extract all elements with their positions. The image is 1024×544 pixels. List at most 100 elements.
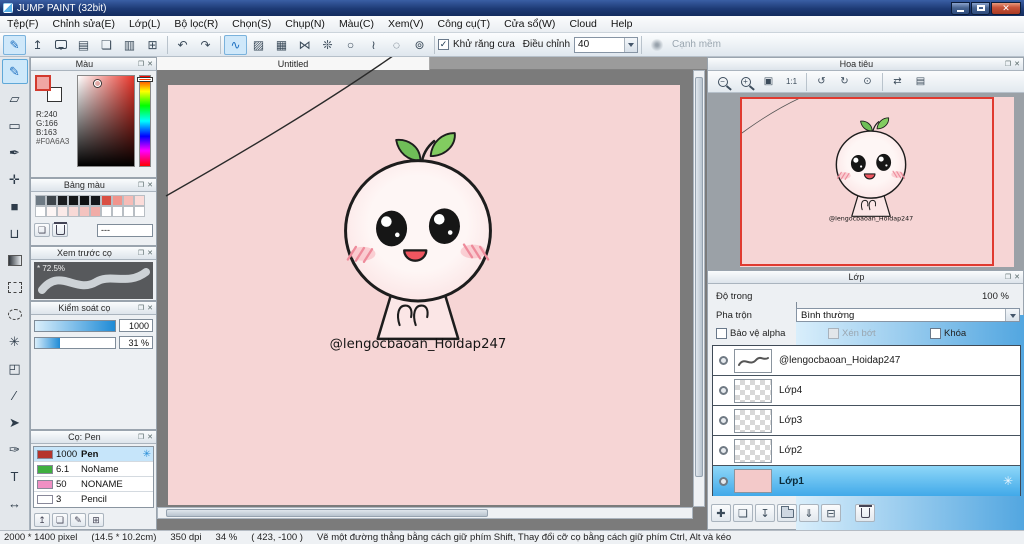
palette-swatch[interactable]: [90, 206, 101, 217]
transfer-layer-button[interactable]: ⇓: [799, 504, 819, 522]
panel-popout-icon[interactable]: ❐: [1005, 60, 1011, 68]
layer-row-1-selected[interactable]: Lớp1 ✳: [713, 466, 1020, 496]
page-icon[interactable]: ▥: [118, 35, 141, 55]
duplicate-layer-button[interactable]: ❏: [733, 504, 753, 522]
grid-icon[interactable]: ▦: [270, 35, 293, 55]
canvas-horizontal-scrollbar[interactable]: [157, 507, 693, 519]
fill-shape-tool[interactable]: ■: [2, 194, 28, 219]
layer-visibility-icon[interactable]: [719, 386, 728, 395]
layer-panel-header[interactable]: Lớp ❐ ✕: [708, 271, 1023, 284]
flip-horizontal-button[interactable]: ⇄: [886, 73, 909, 91]
menu-view[interactable]: Xem(V): [381, 16, 431, 32]
brush-item-pencil[interactable]: 3 Pencil: [34, 492, 153, 507]
scrollbar-thumb[interactable]: [695, 77, 703, 477]
brush-list-header[interactable]: Cọ: Pen ❐ ✕: [31, 431, 156, 444]
close-button[interactable]: ✕: [991, 1, 1021, 15]
eyedropper-tool[interactable]: ✑: [2, 437, 28, 462]
alpha-protect-check[interactable]: Bảo vệ alpha: [716, 328, 785, 339]
palette-swatch[interactable]: [112, 206, 123, 217]
layer-row-2[interactable]: Lớp2: [713, 436, 1020, 466]
curve-guide-icon[interactable]: ≀: [362, 35, 385, 55]
brush-up-button[interactable]: ↥: [34, 513, 50, 527]
saturation-value-picker[interactable]: [77, 75, 135, 167]
palette-swatch[interactable]: [123, 195, 134, 206]
palette-swatch[interactable]: [101, 195, 112, 206]
panel-popout-icon[interactable]: ❐: [1005, 273, 1011, 281]
menu-window[interactable]: Cửa sổ(W): [497, 16, 562, 32]
export-icon[interactable]: ↥: [26, 35, 49, 55]
layer-visibility-icon[interactable]: [719, 446, 728, 455]
palette-swatch[interactable]: [57, 206, 68, 217]
pattern-icon[interactable]: ❊: [316, 35, 339, 55]
palette-swatch[interactable]: [79, 206, 90, 217]
panel-close-icon[interactable]: ✕: [147, 181, 153, 189]
pages-icon[interactable]: ❏: [95, 35, 118, 55]
navigator-viewport[interactable]: [708, 93, 1024, 271]
palette-swatch[interactable]: [90, 195, 101, 206]
pointer-tool[interactable]: ➤: [2, 410, 28, 435]
radial-guide-icon[interactable]: ⊚: [408, 35, 431, 55]
panel-close-icon[interactable]: ✕: [147, 304, 153, 312]
antialias-checkbox[interactable]: ✓: [438, 39, 449, 50]
menu-tools[interactable]: Công cụ(T): [431, 16, 498, 32]
delete-swatch-button[interactable]: [52, 222, 68, 237]
zoom-out-button[interactable]: −: [711, 73, 734, 91]
panel-popout-icon[interactable]: ❐: [138, 249, 144, 257]
palette-swatch[interactable]: [134, 206, 145, 217]
panel-close-icon[interactable]: ✕: [147, 433, 153, 441]
hatch-icon[interactable]: ▨: [247, 35, 270, 55]
menu-edit[interactable]: Chỉnh sửa(E): [46, 16, 122, 32]
thumbnail-view-button[interactable]: ▤: [909, 73, 932, 91]
sv-indicator[interactable]: [94, 80, 101, 87]
edit-brush-button[interactable]: ✎: [70, 513, 86, 527]
menu-layer[interactable]: Lớp(L): [122, 16, 167, 32]
layer-row-3[interactable]: Lớp3: [713, 406, 1020, 436]
document-tab[interactable]: Untitled: [157, 57, 430, 70]
actual-size-button[interactable]: 1:1: [780, 73, 803, 91]
hue-indicator[interactable]: [138, 78, 152, 81]
layer-visibility-icon[interactable]: [719, 356, 728, 365]
zoom-in-button[interactable]: +: [734, 73, 757, 91]
palette-swatch[interactable]: [134, 195, 145, 206]
reset-rotation-button[interactable]: ⊙: [856, 73, 879, 91]
menu-help[interactable]: Help: [604, 16, 640, 32]
panel-close-icon[interactable]: ✕: [147, 249, 153, 257]
panel-close-icon[interactable]: ✕: [1014, 60, 1020, 68]
adjust-dropdown-button[interactable]: [624, 37, 638, 52]
brush-settings-icon[interactable]: ✳: [143, 449, 151, 460]
palette-panel-header[interactable]: Bảng màu ❐ ✕: [31, 179, 156, 192]
magic-wand-tool[interactable]: ✳: [2, 329, 28, 354]
lock-checkbox[interactable]: [930, 328, 941, 339]
canvas[interactable]: [168, 85, 680, 505]
lasso-tool[interactable]: [2, 302, 28, 327]
panel-popout-icon[interactable]: ❐: [138, 304, 144, 312]
palette-swatch[interactable]: [79, 195, 90, 206]
lock-check[interactable]: Khóa: [930, 328, 966, 339]
grid-edit-icon[interactable]: ⊞: [141, 35, 164, 55]
undo-button[interactable]: ↶: [171, 35, 194, 55]
layer-row-4[interactable]: Lớp4: [713, 376, 1020, 406]
fit-screen-button[interactable]: ▣: [757, 73, 780, 91]
color-swatches[interactable]: [35, 75, 65, 105]
foreground-color-swatch[interactable]: [35, 75, 51, 91]
palette-swatch[interactable]: [101, 206, 112, 217]
menu-filter[interactable]: Bộ lọc(R): [167, 16, 225, 32]
gradient-tool[interactable]: [2, 248, 28, 273]
panel-close-icon[interactable]: ✕: [1014, 273, 1020, 281]
symmetry-icon[interactable]: ⋈: [293, 35, 316, 55]
layer-visibility-icon[interactable]: [719, 476, 728, 486]
menu-cloud[interactable]: Cloud: [562, 16, 603, 32]
move-layer-down-button[interactable]: ↧: [755, 504, 775, 522]
layer-settings-gear-icon[interactable]: ✳: [1003, 474, 1013, 488]
blend-dropdown-button[interactable]: [1005, 309, 1019, 321]
pan-tool[interactable]: ↔: [2, 491, 28, 516]
brush-control-header[interactable]: Kiểm soát cọ ❐ ✕: [31, 302, 156, 315]
hue-strip[interactable]: [138, 75, 152, 167]
new-folder-button[interactable]: [777, 504, 797, 522]
move-tool[interactable]: ✛: [2, 167, 28, 192]
palette-swatch[interactable]: [68, 206, 79, 217]
brush-tool[interactable]: ✎: [1, 59, 28, 84]
comment-icon[interactable]: [49, 35, 72, 55]
palette-swatch[interactable]: [68, 195, 79, 206]
brush-preview-header[interactable]: Xem trước cọ ❐ ✕: [31, 247, 156, 260]
